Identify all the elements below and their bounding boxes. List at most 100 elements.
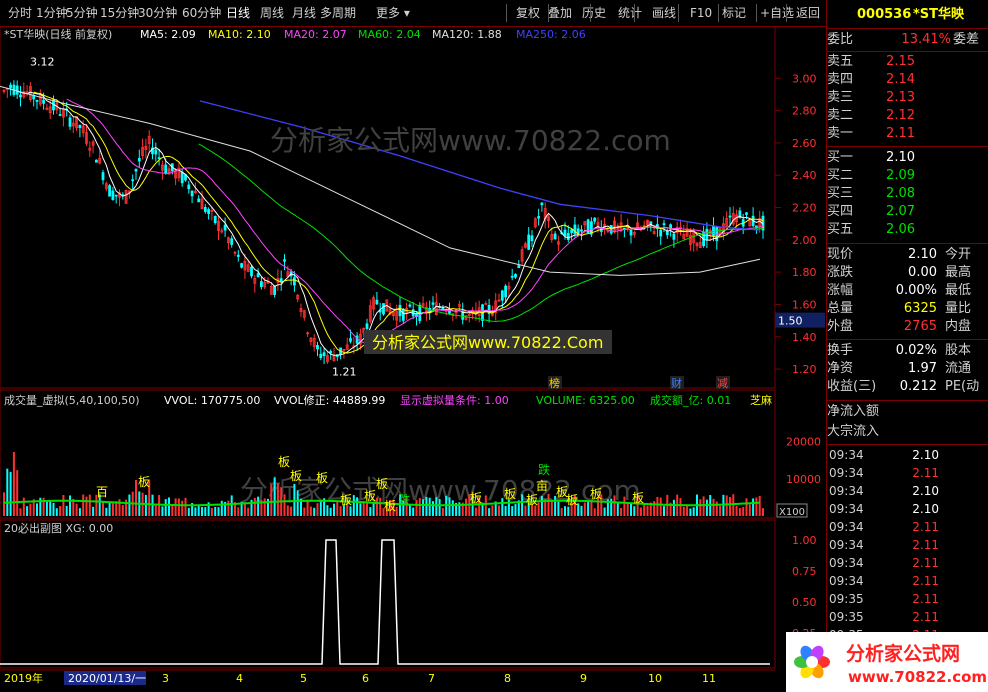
volume-bar [121, 505, 124, 516]
stat-label: 涨跌 [827, 265, 854, 280]
bid-row-3[interactable]: 买四 2.07 [827, 203, 988, 221]
bid-row-1[interactable]: 买二 2.09 [827, 167, 988, 185]
low-price-marker: 1.21 [332, 366, 357, 379]
volume-bar [742, 507, 745, 516]
tool-button-1[interactable]: 叠加 [548, 5, 572, 21]
bid-row-4[interactable]: 买五 2.06 [827, 221, 988, 239]
bid-row-2[interactable]: 买三 2.08 [827, 185, 988, 203]
volume-bar [210, 508, 213, 516]
volume-label-4: 成交额_亿: 0.01 [650, 393, 731, 407]
volume-tag-9: 板 [376, 477, 388, 491]
ask-label: 卖一 [827, 126, 854, 141]
tool-button-0[interactable]: 复权 [516, 5, 540, 21]
volume-bar [349, 506, 352, 516]
period-tab-0[interactable]: 分时 [8, 5, 32, 21]
volume-tag-7: 板 [384, 499, 396, 513]
volume-bar [755, 497, 758, 516]
flow-label: 净流入额 [827, 404, 880, 419]
period-tab-1[interactable]: 1分钟 [36, 5, 68, 21]
candle-body [672, 233, 676, 240]
tick-time: 09:34 [829, 466, 864, 480]
volume-bar [339, 506, 342, 516]
tool-button-2[interactable]: 历史 [582, 5, 606, 21]
volume-bar [504, 505, 507, 516]
flow-row-0: 净流入额 [827, 403, 988, 421]
logo-url: www.70822.com [848, 668, 987, 686]
quote-divider [827, 51, 988, 52]
volume-bar [748, 504, 751, 516]
candle-body [256, 273, 260, 278]
period-tab-2[interactable]: 5分钟 [66, 5, 98, 21]
candle-body [279, 278, 283, 282]
volume-bar [692, 507, 695, 516]
tool-button-4[interactable]: 画线 [652, 5, 676, 21]
event-mark-2[interactable]: 减 [717, 377, 728, 390]
volume-bar [144, 494, 147, 516]
tool-button-7[interactable]: +自选 [760, 5, 794, 21]
bid-label: 买二 [827, 168, 854, 183]
bid-row-0[interactable]: 买一 2.10 [827, 149, 988, 167]
volume-bar [375, 497, 378, 516]
period-tab-3[interactable]: 15分钟 [100, 5, 139, 21]
volume-bar [659, 497, 662, 516]
volume-bar [448, 497, 451, 516]
tick-time: 09:34 [829, 520, 864, 534]
candle-body [58, 114, 62, 116]
ask-row-1[interactable]: 卖四 2.14 [827, 71, 988, 89]
ask-row-3[interactable]: 卖二 2.12 [827, 107, 988, 125]
event-mark-1[interactable]: 财 [671, 376, 682, 390]
volume-bar [154, 504, 157, 516]
ma-label-2: MA20: 2.07 [284, 28, 347, 41]
period-tab-6[interactable]: 日线 [226, 5, 250, 21]
event-mark-0[interactable]: 榜 [549, 376, 560, 390]
tool-button-3[interactable]: 统计 [618, 5, 642, 21]
volume-bar [303, 507, 306, 516]
volume-label-3: VOLUME: 6325.00 [536, 394, 635, 407]
ma-label-5: MA250: 2.06 [516, 28, 586, 41]
period-tab-4[interactable]: 30分钟 [138, 5, 177, 21]
price-tick-label: 2.20 [792, 202, 817, 215]
candle-body [375, 299, 379, 305]
volume-bar [204, 507, 207, 516]
candle-body [42, 99, 45, 104]
volume-bar [26, 506, 29, 516]
candle-body [164, 164, 168, 174]
stat-label: 总量 [827, 301, 854, 316]
candle-body [629, 229, 633, 236]
volume-bar [653, 501, 656, 516]
chart-area[interactable]: 3.00 2.80 2.60 2.40 2.20 2.00 1.80 1.60 1.40 1.20… [0, 26, 826, 690]
volume-bar [524, 505, 527, 516]
volume-bar [366, 503, 368, 516]
tool-button-6[interactable]: 标记 [722, 5, 746, 21]
volume-bar [194, 507, 197, 516]
stat-value: 2765 [903, 319, 937, 334]
date-label-2: 3 [162, 672, 169, 685]
period-tab-7[interactable]: 周线 [260, 5, 284, 21]
candle-body [250, 266, 253, 277]
volume-bar [689, 508, 692, 516]
candle-body [19, 94, 22, 98]
toolbar-separator [634, 4, 635, 22]
period-tab-8[interactable]: 月线 [292, 5, 316, 21]
stat2-label: 收益(三) [827, 379, 877, 394]
volume-bar [168, 497, 170, 516]
stat-row-3: 总量 6325 量比 [827, 300, 988, 318]
stat2-label: 换手 [827, 343, 854, 358]
volume-bar [45, 500, 48, 516]
period-tab-10[interactable]: 更多 ▾ [376, 5, 410, 21]
tool-button-5[interactable]: F10 [690, 5, 712, 21]
tool-button-8[interactable]: 返回 [796, 5, 820, 21]
ask-row-2[interactable]: 卖三 2.13 [827, 89, 988, 107]
period-tab-5[interactable]: 60分钟 [182, 5, 221, 21]
volume-bar [465, 498, 467, 516]
period-tab-9[interactable]: 多周期 [320, 5, 356, 21]
candle-body [95, 159, 98, 163]
volume-tag-0: 百 [96, 485, 108, 499]
ask-row-0[interactable]: 卖五 2.15 [827, 53, 988, 71]
stat-label: 外盘 [827, 319, 854, 334]
candle-body [566, 233, 570, 240]
volume-bar [3, 492, 5, 516]
ask-row-4[interactable]: 卖一 2.11 [827, 125, 988, 143]
ask-price: 2.14 [886, 72, 915, 87]
date-label-3: 4 [236, 672, 243, 685]
